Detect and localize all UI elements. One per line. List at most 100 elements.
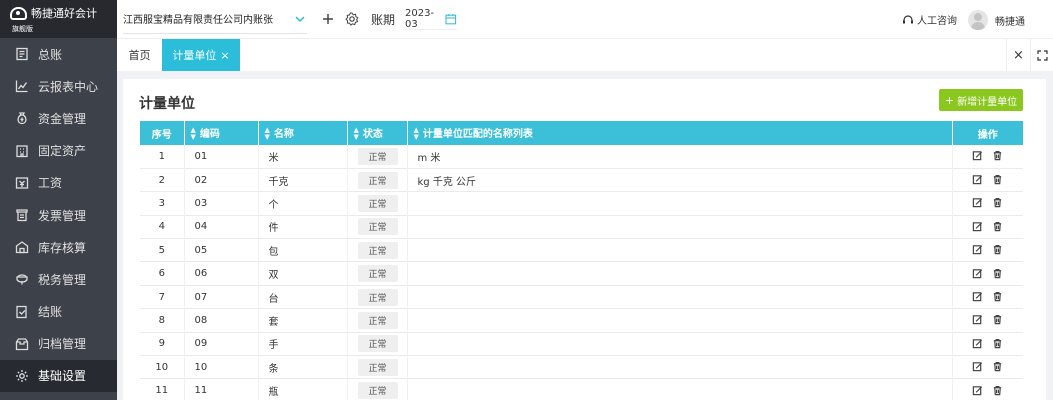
cell-actions (952, 145, 1023, 168)
sidebar-item-label: 固定资产 (38, 144, 87, 159)
tab-close-icon[interactable]: × (220, 49, 229, 62)
cell-name: 瓶 (258, 378, 348, 400)
delete-icon[interactable] (992, 268, 1004, 280)
period-picker[interactable]: 2023-03 (405, 8, 458, 30)
support-link[interactable]: 人工咨询 (902, 12, 957, 27)
status-badge: 正常 (357, 194, 398, 212)
sidebar-item-label: 基础设置 (38, 369, 87, 384)
edit-icon[interactable] (972, 197, 984, 209)
close-all-tabs-icon[interactable]: × (1006, 39, 1030, 71)
sidebar-item-gear[interactable]: 基础设置 (0, 359, 117, 393)
edit-icon[interactable] (972, 174, 984, 186)
table-row[interactable]: 4 04 件正常 (140, 215, 1023, 239)
cell-status: 正常 (347, 285, 408, 309)
sidebar-item-invoice[interactable]: 发票管理 (0, 199, 117, 231)
cell-aliases (407, 378, 953, 400)
cell-name: 米 (258, 145, 348, 169)
delete-icon[interactable] (992, 244, 1004, 256)
sidebar-item-warehouse[interactable]: 库存核算 (0, 231, 117, 263)
delete-icon[interactable] (992, 291, 1004, 303)
col-header-aliases[interactable]: ▲ ▼ 计量单位匹配的名称列表 (407, 121, 953, 145)
status-badge: 正常 (357, 218, 398, 236)
edit-icon[interactable] (972, 244, 984, 256)
cell-code: 04 (184, 215, 259, 239)
col-header-code[interactable]: ▲ ▼ 编码 (184, 121, 259, 145)
checkout-icon (14, 305, 30, 319)
col-header-status[interactable]: ▲ ▼ 状态 (347, 121, 408, 145)
edit-icon[interactable] (972, 291, 984, 303)
cell-status: 正常 (347, 215, 408, 239)
sidebar-item-salary[interactable]: 工资 (0, 167, 117, 199)
cell-index: 1 (140, 145, 185, 169)
cell-code: 02 (184, 168, 259, 192)
delete-icon[interactable] (992, 150, 1004, 162)
delete-icon[interactable] (992, 361, 1004, 373)
delete-icon[interactable] (992, 174, 1004, 186)
units-table: 序号 ▲ ▼ 编码 ▲ ▼ 名称 ▲ ▼ 状态 ▲ ▼ 计量单位匹配的名称列表 操作 1 01 米正… (140, 121, 1023, 400)
tab-home[interactable]: 首页 (117, 39, 162, 71)
delete-icon[interactable] (992, 221, 1004, 233)
edit-icon[interactable] (972, 361, 984, 373)
tab-units[interactable]: 计量单位 × (162, 39, 240, 71)
sidebar-item-label: 云报表中心 (38, 79, 99, 94)
sidebar-item-ledger[interactable]: 总账 (0, 38, 117, 70)
sidebar-item-label: 归档管理 (38, 337, 87, 352)
table-row[interactable]: 10 10 条正常 (140, 355, 1023, 379)
sidebar-item-archive[interactable]: 归档管理 (0, 328, 117, 360)
ledger-icon (14, 47, 30, 61)
delete-icon[interactable] (992, 385, 1004, 397)
sidebar-item-tax[interactable]: 税务管理 (0, 263, 117, 295)
sidebar-item-checkout[interactable]: 结账 (0, 296, 117, 328)
sort-icon: ▲ ▼ (353, 126, 359, 141)
delete-icon[interactable] (992, 338, 1004, 350)
cell-aliases (407, 261, 953, 286)
plus-icon[interactable] (321, 12, 335, 26)
table-row[interactable]: 1 01 米正常 m 米 (140, 145, 1023, 169)
sidebar-item-building[interactable]: 固定资产 (0, 135, 117, 167)
edit-icon[interactable] (972, 150, 984, 162)
table-row[interactable]: 6 06 双正常 (140, 261, 1023, 286)
gear-icon (14, 369, 30, 383)
user-menu[interactable]: 畅捷通 (968, 10, 1025, 30)
settings-gear-icon[interactable] (345, 12, 359, 26)
edit-icon[interactable] (972, 268, 984, 280)
edit-icon[interactable] (972, 338, 984, 350)
cell-aliases (407, 215, 953, 239)
edit-icon[interactable] (972, 221, 984, 233)
add-unit-button[interactable]: + 新增计量单位 (939, 89, 1023, 111)
table-row[interactable]: 5 05 包正常 (140, 238, 1023, 262)
cell-aliases (407, 191, 953, 216)
edit-icon[interactable] (972, 314, 984, 326)
cell-code: 11 (184, 378, 259, 400)
cell-status: 正常 (347, 238, 408, 262)
cell-code: 06 (184, 261, 259, 286)
cell-aliases (407, 308, 953, 333)
sidebar-item-money-bag[interactable]: 资金管理 (0, 102, 117, 134)
sidebar-item-label: 资金管理 (38, 111, 87, 126)
cell-status: 正常 (347, 145, 408, 169)
salary-icon (14, 176, 30, 190)
delete-icon[interactable] (992, 197, 1004, 209)
col-header-name[interactable]: ▲ ▼ 名称 (258, 121, 348, 145)
logo[interactable]: 畅捷通好会计 旗舰版 (0, 0, 117, 38)
top-header: 江西服宝精品有限责任公司内账张 账期 2023-03 人工咨询 畅捷通 (117, 0, 1053, 38)
sidebar-item-chart[interactable]: 云报表中心 (0, 70, 117, 102)
table-row[interactable]: 2 02 千克 正常 kg 千克 公斤 (140, 168, 1023, 192)
table-row[interactable]: 7 07 台正常 (140, 285, 1023, 309)
delete-icon[interactable] (992, 314, 1004, 326)
cell-actions (952, 215, 1023, 238)
table-row[interactable]: 3 03 个正常 (140, 191, 1023, 216)
cell-code: 08 (184, 308, 259, 333)
sort-icon: ▲ ▼ (264, 126, 270, 141)
cell-actions (952, 192, 1023, 215)
cell-name: 台 (258, 285, 348, 309)
edit-icon[interactable] (972, 385, 984, 397)
company-selector[interactable]: 江西服宝精品有限责任公司内账张 (123, 4, 307, 34)
table-row[interactable]: 9 09 手正常 (140, 332, 1023, 356)
cell-name: 件 (258, 215, 348, 239)
fullscreen-icon[interactable] (1030, 39, 1053, 71)
table-row[interactable]: 8 08 套正常 (140, 308, 1023, 333)
calendar-icon (445, 13, 457, 24)
cell-status: 正常 (347, 355, 408, 379)
table-row[interactable]: 11 11 瓶正常 (140, 378, 1023, 400)
